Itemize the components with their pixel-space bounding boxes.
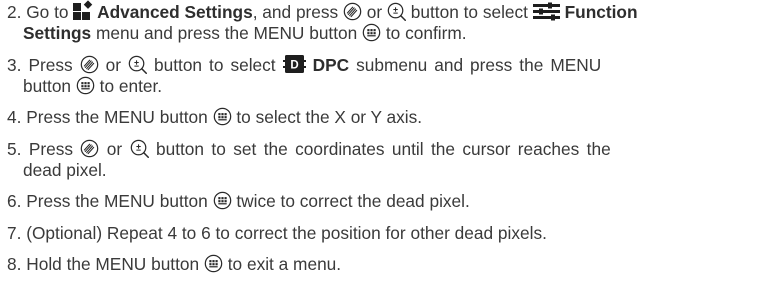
- step-3-line-1: 3. Press or button to select D DPC subme…: [7, 54, 602, 75]
- focus-wheel-button-icon: [343, 2, 362, 21]
- focus-wheel-button-icon: [80, 139, 99, 158]
- step-number: 5.: [7, 138, 22, 159]
- menu-button-icon: [213, 191, 232, 210]
- zoom-button-icon: [128, 55, 147, 74]
- step-4: 4. Press the MENU button to select the X…: [7, 107, 423, 127]
- zoom-button-icon: [130, 139, 149, 158]
- menu-button-icon: [213, 107, 232, 126]
- step-number: 8.: [7, 254, 22, 274]
- dpc-icon: D: [282, 54, 306, 73]
- step-3-line-2: button to enter.: [23, 75, 163, 96]
- dpc-label: DPC: [312, 54, 350, 75]
- advanced-settings-label: Advanced Settings: [97, 2, 253, 22]
- function-settings-label-cont: Settings: [23, 23, 92, 43]
- function-settings-icon: [532, 2, 560, 21]
- step-2-line-1: 2. Go to Advanced Settings, and press or…: [7, 0, 638, 22]
- menu-button-icon: [362, 23, 381, 42]
- dpc-icon-letter: D: [290, 59, 298, 71]
- step-5: 5. Press or button to set the coordinate…: [7, 139, 759, 181]
- focus-wheel-button-icon: [80, 55, 99, 74]
- step-number: 7.: [7, 222, 22, 243]
- step-8: 8. Hold the MENU button to exit a menu.: [7, 254, 342, 274]
- step-number: 6.: [7, 191, 22, 211]
- step-number: 4.: [7, 107, 22, 127]
- step-5-line-2: dead pixel.: [23, 159, 107, 180]
- menu-button-icon: [76, 76, 95, 95]
- step-number: 3.: [7, 54, 22, 75]
- step-5-line-1: 5. Press or button to set the coordinate…: [7, 138, 611, 159]
- step-text: Go to: [26, 2, 74, 22]
- step-6: 6. Press the MENU button twice to correc…: [7, 191, 470, 211]
- instruction-list: 2. Go to Advanced Settings, and press or…: [7, 0, 759, 286]
- step-number: 2.: [7, 2, 22, 22]
- function-settings-label: Function: [564, 2, 638, 22]
- zoom-button-icon: [387, 2, 406, 21]
- step-2: 2. Go to Advanced Settings, and press or…: [7, 0, 759, 44]
- advanced-settings-icon: [73, 0, 93, 20]
- step-7: 7. (Optional) Repeat 4 to 6 to correct t…: [7, 222, 547, 243]
- step-3: 3. Press or button to select D DPC subme…: [7, 54, 759, 97]
- menu-button-icon: [204, 254, 223, 273]
- step-2-line-2: Settings menu and press the MENU button …: [23, 23, 467, 43]
